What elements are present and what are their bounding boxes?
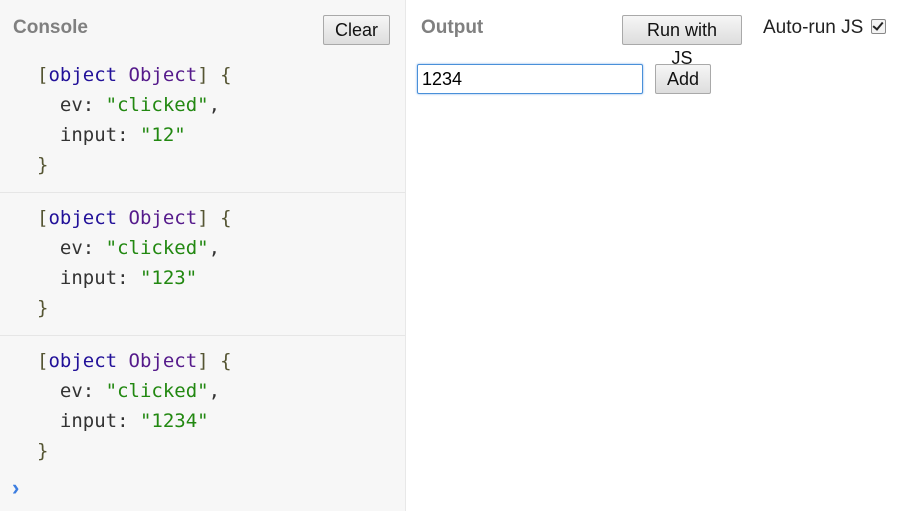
open-bracket: [ [37,207,49,229]
console-panel: Console Clear [object Object] { ev: "cli… [0,0,406,511]
console-log-entry[interactable]: [object Object] { ev: "clicked", input: … [0,50,405,193]
class-word: Object [128,350,198,372]
console-log-entry[interactable]: [object Object] { ev: "clicked", input: … [0,193,405,336]
input-key: input [59,267,118,289]
ev-key: ev [59,94,83,116]
run-with-js-button[interactable]: Run with JS [622,15,742,68]
ev-value: "clicked" [105,380,209,402]
type-word: object [48,64,118,86]
ev-key: ev [59,237,83,259]
auto-run-checkbox[interactable] [871,18,887,34]
open-brace: { [220,207,232,229]
ev-key: ev [59,380,83,402]
ev-value: "clicked" [105,94,209,116]
close-brace: } [37,440,49,462]
open-bracket: [ [37,64,49,86]
close-brace: } [37,297,49,319]
console-title: Console [13,17,88,38]
close-bracket: ] [197,350,209,372]
item-input[interactable] [417,64,643,94]
close-bracket: ] [197,207,209,229]
console-log-list: [object Object] { ev: "clicked", input: … [0,50,405,478]
clear-button[interactable]: Clear [323,15,390,45]
open-brace: { [220,64,232,86]
console-prompt-chevron-icon[interactable]: › [12,475,19,501]
close-brace: } [37,154,49,176]
input-value: "12" [139,124,186,146]
add-button[interactable]: Add [655,64,711,94]
close-bracket: ] [197,64,209,86]
output-title: Output [421,17,484,38]
input-key: input [59,124,118,146]
type-word: object [48,350,118,372]
class-word: Object [128,207,198,229]
type-word: object [48,207,118,229]
open-bracket: [ [37,350,49,372]
input-key: input [59,410,118,432]
input-value: "123" [139,267,198,289]
ev-value: "clicked" [105,237,209,259]
output-panel: Output Run with JS Auto-run JS Add [406,0,909,511]
class-word: Object [128,64,198,86]
app-root: Console Clear [object Object] { ev: "cli… [0,0,909,511]
input-value: "1234" [139,410,209,432]
auto-run-toggle[interactable]: Auto-run JS [763,17,887,39]
open-brace: { [220,350,232,372]
console-log-entry[interactable]: [object Object] { ev: "clicked", input: … [0,336,405,478]
auto-run-label: Auto-run JS [763,17,864,38]
